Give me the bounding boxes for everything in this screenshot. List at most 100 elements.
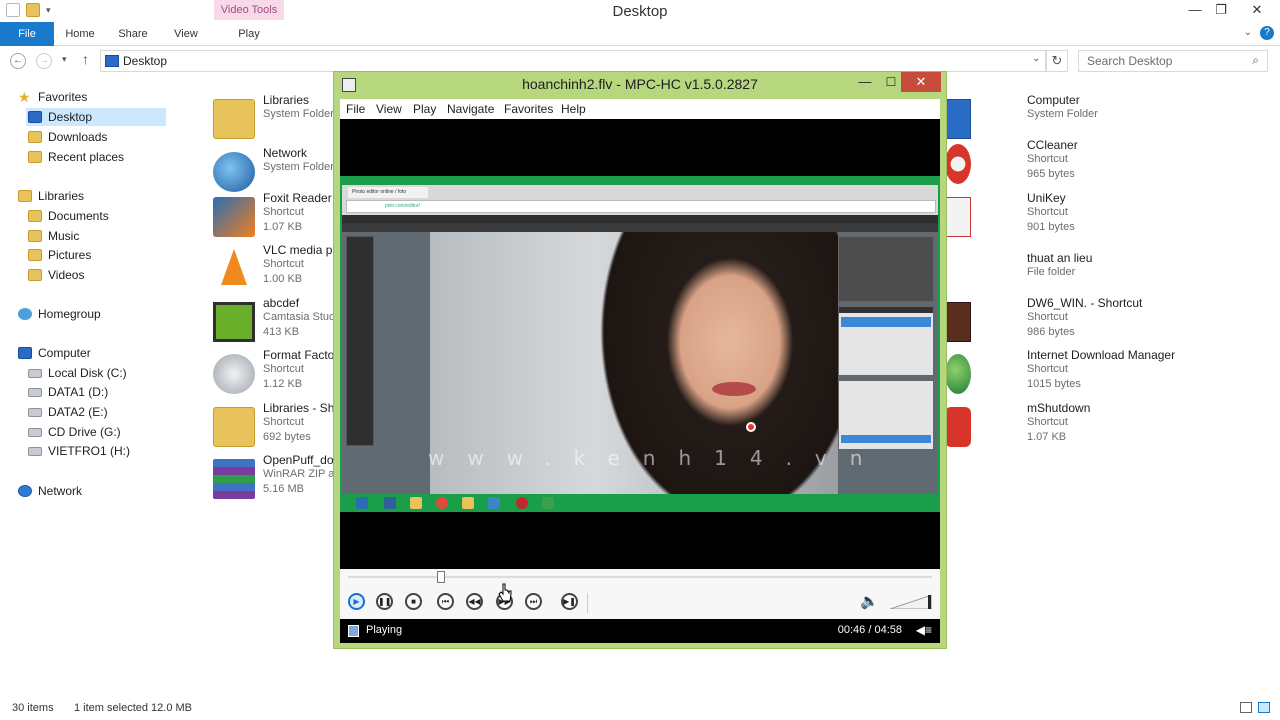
stop-button[interactable]: ■ <box>405 593 422 610</box>
libraries-folder-icon <box>213 99 255 139</box>
address-bar[interactable]: Desktop <box>100 50 1046 72</box>
file-item[interactable]: Libraries System Folder <box>213 93 337 141</box>
file-name: VLC media pla <box>263 243 337 257</box>
tab-home[interactable]: Home <box>64 22 96 46</box>
nav-music[interactable]: Music <box>28 227 79 245</box>
up-button[interactable]: ↑ <box>82 51 89 67</box>
file-item[interactable]: thuat an lieu File folder <box>945 251 1177 299</box>
pause-button[interactable]: ❚❚ <box>376 593 393 610</box>
file-item[interactable]: VLC media pla Shortcut 1.00 KB <box>213 243 337 291</box>
seek-track[interactable] <box>348 576 932 578</box>
next-button[interactable]: ⏭ <box>525 593 542 610</box>
file-type: System Folder <box>1027 108 1098 120</box>
back-button[interactable]: ← <box>10 53 26 69</box>
ie-icon <box>356 497 368 509</box>
menu-view[interactable]: View <box>376 102 402 116</box>
rewind-button[interactable]: ◀◀ <box>466 593 483 610</box>
nav-libraries[interactable]: Libraries <box>18 187 84 205</box>
file-item[interactable]: Format Factor Shortcut 1.12 KB <box>213 348 337 396</box>
tab-file[interactable]: File <box>0 22 54 46</box>
details-view-icon[interactable] <box>1240 702 1252 713</box>
file-name: Libraries - Sho <box>263 401 337 415</box>
help-icon[interactable]: ? <box>1260 26 1274 40</box>
nav-homegroup[interactable]: Homegroup <box>18 305 101 323</box>
file-folder-icon <box>945 257 971 297</box>
forward-button[interactable]: → <box>36 53 52 69</box>
menu-help[interactable]: Help <box>561 102 586 116</box>
nav-recent[interactable]: Recent places <box>28 148 124 166</box>
file-size: 413 KB <box>263 326 300 338</box>
seek-bar[interactable] <box>340 569 940 585</box>
file-status-icon <box>348 625 359 637</box>
large-icons-view-icon[interactable] <box>1258 702 1270 713</box>
file-size: 1.07 KB <box>263 221 303 233</box>
file-item[interactable]: CCleaner Shortcut 965 bytes <box>945 138 1177 186</box>
menu-play[interactable]: Play <box>413 102 436 116</box>
nav-drive-h[interactable]: VIETFRO1 (H:) <box>28 442 130 460</box>
volume-slider[interactable] <box>890 595 932 609</box>
layers-header <box>839 307 933 313</box>
minimize-button[interactable]: — <box>1182 0 1208 20</box>
dreamweaver-icon <box>945 302 971 342</box>
address-dropdown-icon[interactable]: ⌄ <box>1032 53 1040 64</box>
nav-label: Recent places <box>48 150 125 164</box>
seek-thumb[interactable] <box>437 571 446 583</box>
nav-favorites[interactable]: ★ Favorites <box>18 88 87 106</box>
nav-videos[interactable]: Videos <box>28 266 84 284</box>
nav-downloads[interactable]: Downloads <box>28 128 107 146</box>
tab-view[interactable]: View <box>170 22 202 46</box>
frame-step-button[interactable]: ▶❚ <box>561 593 578 610</box>
file-item[interactable]: Foxit Reader Shortcut 1.07 KB <box>213 191 337 239</box>
mpc-hc-window: hoanchinh2.flv - MPC-HC v1.5.0.2827 — ☐ … <box>333 71 947 649</box>
menu-navigate[interactable]: Navigate <box>447 102 494 116</box>
file-item[interactable]: abcdef Camtasia Stud 413 KB <box>213 296 337 344</box>
tab-play[interactable]: Play <box>236 22 262 46</box>
file-item[interactable]: OpenPuff_dov WinRAR ZIP ar 5.16 MB <box>213 453 337 501</box>
nav-drive-d[interactable]: DATA1 (D:) <box>28 383 108 401</box>
file-item[interactable]: Internet Download Manager Shortcut 1015 … <box>945 348 1177 396</box>
restore-button[interactable]: ❐ <box>1208 0 1234 20</box>
file-item[interactable]: Computer System Folder <box>945 93 1177 141</box>
refresh-button[interactable]: ↻ <box>1046 50 1068 72</box>
file-item[interactable]: mShutdown Shortcut 1.07 KB <box>945 401 1177 449</box>
expand-ribbon-icon[interactable]: ⌄ <box>1244 27 1252 38</box>
file-size: 1015 bytes <box>1027 378 1081 390</box>
search-input[interactable]: Search Desktop ⌕ <box>1078 50 1268 72</box>
menu-favorites[interactable]: Favorites <box>504 102 553 116</box>
recent-locations-icon[interactable]: ▾ <box>62 54 67 65</box>
video-area[interactable]: Photo editor online / foto pixlr.com/edi… <box>340 119 940 569</box>
format-factory-icon <box>213 354 255 394</box>
file-item[interactable]: Libraries - Sho Shortcut 692 bytes <box>213 401 337 449</box>
desktop-icon <box>28 111 42 123</box>
winrar-archive-icon <box>213 459 255 499</box>
nav-network[interactable]: Network <box>18 482 82 500</box>
nav-desktop[interactable]: Desktop <box>26 108 166 126</box>
search-placeholder: Search Desktop <box>1087 54 1173 68</box>
file-item[interactable]: Network System Folder <box>213 146 337 194</box>
menu-file[interactable]: File <box>346 102 365 116</box>
photo-detail <box>712 382 756 396</box>
close-button[interactable]: ✕ <box>1234 0 1280 20</box>
nav-drive-c[interactable]: Local Disk (C:) <box>28 364 127 382</box>
cd-drive-icon <box>28 427 42 437</box>
file-size: 901 bytes <box>1027 221 1075 233</box>
file-item[interactable]: UniKey Shortcut 901 bytes <box>945 191 1177 239</box>
tab-share[interactable]: Share <box>116 22 150 46</box>
speaker-icon[interactable]: 🔈 <box>860 592 879 610</box>
hand-cursor-icon <box>498 583 512 602</box>
mpc-close-button[interactable]: ✕ <box>901 72 941 92</box>
address-text: Desktop <box>123 54 168 68</box>
nav-documents[interactable]: Documents <box>28 207 109 225</box>
nav-label: Local Disk (C:) <box>48 366 127 380</box>
file-size: 1.12 KB <box>263 378 303 390</box>
nav-drive-e[interactable]: DATA2 (E:) <box>28 403 108 421</box>
file-item[interactable]: DW6_WIN. - Shortcut Shortcut 986 bytes <box>945 296 1177 344</box>
nav-computer[interactable]: Computer <box>18 344 91 362</box>
pictures-icon <box>28 249 42 261</box>
previous-button[interactable]: ⏮ <box>437 593 454 610</box>
selection-info: 1 item selected 12.0 MB <box>74 702 193 714</box>
nav-drive-g[interactable]: CD Drive (G:) <box>28 423 121 441</box>
nav-pictures[interactable]: Pictures <box>28 246 91 264</box>
mpc-minimize-button[interactable]: — <box>852 74 878 92</box>
play-button[interactable]: ▶ <box>348 593 365 610</box>
